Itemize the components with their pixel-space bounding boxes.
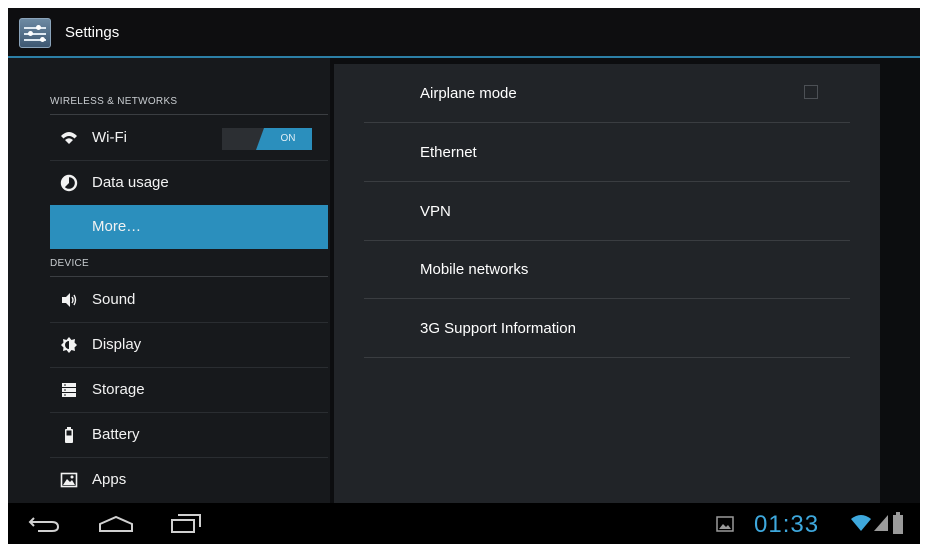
brightness-icon xyxy=(61,337,77,353)
sidebar-item-more[interactable]: More… xyxy=(50,205,328,249)
sidebar-item-label: Sound xyxy=(92,291,136,308)
apps-icon xyxy=(60,472,78,488)
sidebar-item-label: Storage xyxy=(92,381,145,398)
list-item-ethernet[interactable]: Ethernet xyxy=(364,123,850,181)
list-item-mobile-networks[interactable]: Mobile networks xyxy=(364,240,850,298)
sidebar-item-data-usage[interactable]: Data usage xyxy=(50,161,328,205)
settings-sliders-icon[interactable] xyxy=(19,18,51,48)
list-item-airplane-mode[interactable]: Airplane mode xyxy=(364,64,850,122)
recent-apps-icon[interactable] xyxy=(168,512,204,536)
section-header-wireless: WIRELESS & NETWORKS xyxy=(50,96,178,107)
section-divider xyxy=(50,114,328,115)
sidebar-item-label: Battery xyxy=(92,426,140,443)
data-usage-icon xyxy=(60,174,78,192)
speaker-icon xyxy=(62,293,77,307)
sidebar-item-label: Display xyxy=(92,336,142,353)
wifi-icon xyxy=(61,132,77,144)
wifi-toggle[interactable]: ON xyxy=(222,128,312,150)
cell-signal-icon xyxy=(874,515,888,531)
section-divider xyxy=(50,276,328,277)
home-icon[interactable] xyxy=(96,514,136,534)
battery-icon xyxy=(65,427,73,443)
wifi-signal-icon xyxy=(851,515,871,531)
storage-icon xyxy=(62,383,76,397)
sidebar-item-label: Data usage xyxy=(92,174,169,191)
section-header-device: DEVICE xyxy=(50,258,90,269)
sidebar-item-display[interactable]: Display xyxy=(50,323,328,367)
android-screen: Settings WIRELESS & NETWORKS Wi-Fi ON Da… xyxy=(8,8,920,544)
system-bar: 01:33 xyxy=(8,503,920,544)
list-item-3g-support[interactable]: 3G Support Information xyxy=(364,299,850,357)
battery-status-icon xyxy=(893,512,903,534)
sidebar-item-storage[interactable]: Storage xyxy=(50,368,328,412)
status-clock: 01:33 xyxy=(754,511,820,538)
row-divider xyxy=(364,357,850,358)
action-bar: Settings xyxy=(8,8,920,58)
screenshot-icon xyxy=(716,516,734,532)
sidebar-item-wifi[interactable]: Wi-Fi ON xyxy=(50,116,328,160)
sidebar-item-label: More… xyxy=(92,218,142,235)
sidebar-item-label: Wi-Fi xyxy=(92,129,127,146)
sidebar-item-battery[interactable]: Battery xyxy=(50,413,328,457)
airplane-mode-checkbox[interactable] xyxy=(804,85,818,99)
sidebar-item-sound[interactable]: Sound xyxy=(50,278,328,322)
back-icon[interactable] xyxy=(28,514,62,534)
app-title: Settings xyxy=(65,24,120,41)
list-item-vpn[interactable]: VPN xyxy=(364,182,850,240)
list-item-label: Ethernet xyxy=(420,144,477,161)
toggle-on-label: ON xyxy=(256,128,312,150)
sidebar-item-apps[interactable]: Apps xyxy=(50,458,328,502)
settings-category-list: WIRELESS & NETWORKS Wi-Fi ON Data usage … xyxy=(8,58,330,503)
sidebar-item-label: Apps xyxy=(92,471,127,488)
list-item-label: VPN xyxy=(420,203,451,220)
list-item-label: 3G Support Information xyxy=(420,320,576,337)
more-settings-pane: Airplane mode Ethernet VPN Mobile networ… xyxy=(334,64,880,503)
list-item-label: Airplane mode xyxy=(420,85,517,102)
list-item-label: Mobile networks xyxy=(420,261,529,278)
